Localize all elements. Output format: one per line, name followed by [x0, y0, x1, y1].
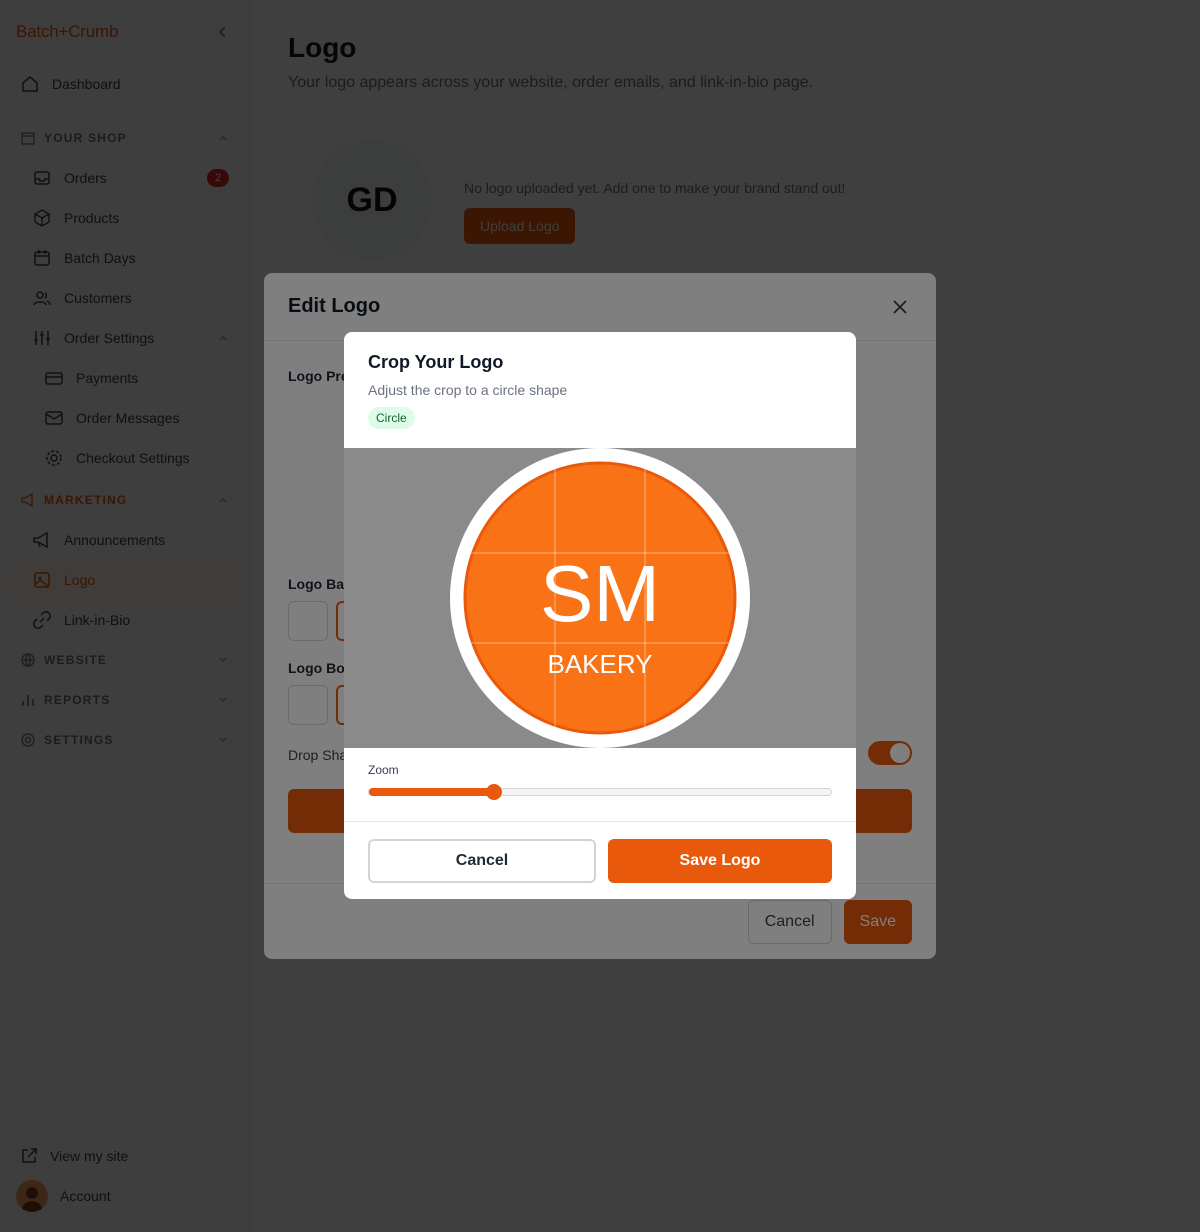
zoom-slider-thumb[interactable] [485, 784, 502, 800]
zoom-slider-fill [369, 788, 494, 796]
crop-logo-modal: Crop Your Logo Adjust the crop to a circ… [344, 332, 856, 899]
crop-modal-header: Crop Your Logo Adjust the crop to a circ… [344, 332, 856, 448]
zoom-label: Zoom [368, 763, 399, 777]
crop-shape-badge: Circle [368, 407, 415, 429]
logo-sub-text: BAKERY [547, 649, 652, 679]
save-logo-button[interactable]: Save Logo [608, 839, 832, 883]
crop-canvas[interactable]: SM BAKERY [344, 448, 856, 748]
logo-main-text: SM [540, 549, 660, 638]
crop-modal-footer: Cancel Save Logo [368, 823, 832, 899]
crop-preview: SM BAKERY [450, 448, 750, 748]
crop-cancel-button[interactable]: Cancel [368, 839, 596, 883]
zoom-control: Zoom [344, 748, 856, 822]
crop-modal-subtitle: Adjust the crop to a circle shape [368, 382, 568, 398]
zoom-slider[interactable] [368, 784, 832, 800]
crop-modal-title: Crop Your Logo [368, 352, 504, 372]
